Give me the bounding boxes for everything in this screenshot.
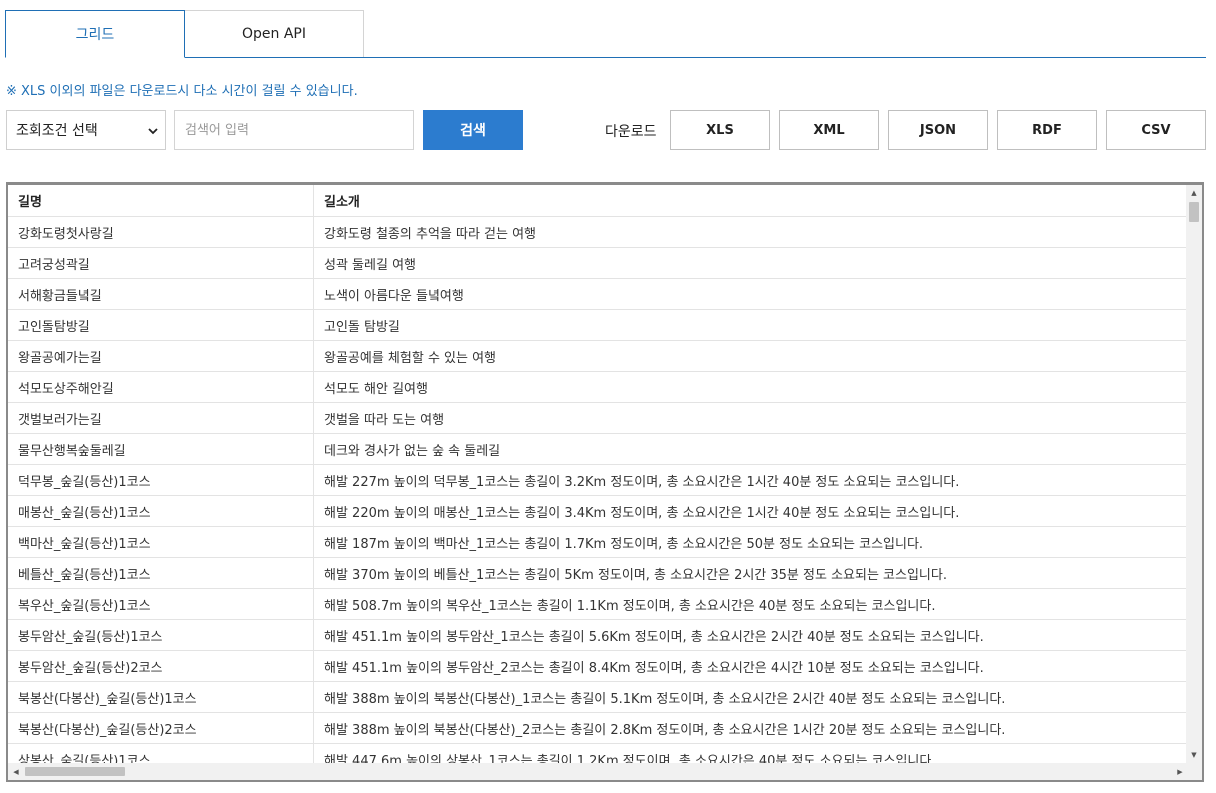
data-grid: 길명 길소개 강화도령첫사랑길 강화도령 철종의 추억을 따라 걷는 여행 고려궁성… <box>6 182 1204 782</box>
scroll-down-arrow-icon[interactable]: ▼ <box>1186 747 1202 763</box>
table-row[interactable]: 봉두암산_숲길(등산)1코스 해발 451.1m 높이의 봉두암산_1코스는 총길… <box>8 619 1188 651</box>
cell-trail-name: 왕골공예가는길 <box>8 340 314 372</box>
grid-viewport: 길명 길소개 강화도령첫사랑길 강화도령 철종의 추억을 따라 걷는 여행 고려궁성… <box>8 185 1188 763</box>
cell-trail-description: 데크와 경사가 없는 숲 속 둘레길 <box>313 433 1188 465</box>
cell-trail-description: 해발 451.1m 높이의 봉두암산_1코스는 총길이 5.6Km 정도이며, … <box>313 619 1188 651</box>
horizontal-scrollbar[interactable]: ◀ ▶ <box>8 763 1188 780</box>
column-header-description[interactable]: 길소개 <box>313 185 1188 217</box>
table-row[interactable]: 북봉산(다봉산)_숲길(등산)2코스 해발 388m 높이의 북봉산(다봉산)_2… <box>8 712 1188 744</box>
table-row[interactable]: 복우산_숲길(등산)1코스 해발 508.7m 높이의 복우산_1코스는 총길이 … <box>8 588 1188 620</box>
table-row[interactable]: 상봉산_숲길(등산)1코스 해발 447.6m 높이의 상봉산_1코스는 총길이 … <box>8 743 1188 763</box>
cell-trail-name: 복우산_숲길(등산)1코스 <box>8 588 314 620</box>
cell-trail-description: 해발 220m 높이의 매봉산_1코스는 총길이 3.4Km 정도이며, 총 소… <box>313 495 1188 527</box>
table-row[interactable]: 석모도상주해안길 석모도 해안 길여행 <box>8 371 1188 403</box>
cell-trail-name: 석모도상주해안길 <box>8 371 314 403</box>
cell-trail-name: 봉두암산_숲길(등산)2코스 <box>8 650 314 682</box>
horizontal-scroll-thumb[interactable] <box>25 767 125 776</box>
table-row[interactable]: 왕골공예가는길 왕골공예를 체험할 수 있는 여행 <box>8 340 1188 372</box>
table-row[interactable]: 갯벌보러가는길 갯벌을 따라 도는 여행 <box>8 402 1188 434</box>
search-condition-value: 조회조건 선택 <box>16 123 98 139</box>
download-json-button[interactable]: JSON <box>888 110 988 150</box>
download-label: 다운로드 <box>605 124 657 140</box>
table-row[interactable]: 봉두암산_숲길(등산)2코스 해발 451.1m 높이의 봉두암산_2코스는 총길… <box>8 650 1188 682</box>
cell-trail-description: 해발 388m 높이의 북봉산(다봉산)_1코스는 총길이 5.1Km 정도이며… <box>313 681 1188 713</box>
cell-trail-name: 봉두암산_숲길(등산)1코스 <box>8 619 314 651</box>
search-toolbar: 조회조건 선택 검색 다운로드 XLS XML JSON RDF CSV <box>6 110 1206 150</box>
tab-open-api[interactable]: Open API <box>184 10 364 57</box>
cell-trail-name: 덕무봉_숲길(등산)1코스 <box>8 464 314 496</box>
cell-trail-description: 성곽 둘레길 여행 <box>313 247 1188 279</box>
cell-trail-name: 베틀산_숲길(등산)1코스 <box>8 557 314 589</box>
cell-trail-name: 북봉산(다봉산)_숲길(등산)2코스 <box>8 712 314 744</box>
cell-trail-name: 고려궁성곽길 <box>8 247 314 279</box>
cell-trail-description: 해발 447.6m 높이의 상봉산_1코스는 총길이 1.2Km 정도이며, 총… <box>313 743 1188 763</box>
table-row[interactable]: 물무산행복숲둘레길 데크와 경사가 없는 숲 속 둘레길 <box>8 433 1188 465</box>
grid-header-row: 길명 길소개 <box>8 185 1188 217</box>
cell-trail-name: 백마산_숲길(등산)1코스 <box>8 526 314 558</box>
grid-table: 길명 길소개 강화도령첫사랑길 강화도령 철종의 추억을 따라 걷는 여행 고려궁성… <box>8 185 1188 763</box>
cell-trail-description: 해발 451.1m 높이의 봉두암산_2코스는 총길이 8.4Km 정도이며, … <box>313 650 1188 682</box>
cell-trail-name: 물무산행복숲둘레길 <box>8 433 314 465</box>
table-row[interactable]: 북봉산(다봉산)_숲길(등산)1코스 해발 388m 높이의 북봉산(다봉산)_1… <box>8 681 1188 713</box>
scroll-left-arrow-icon[interactable]: ◀ <box>8 763 24 780</box>
cell-trail-name: 강화도령첫사랑길 <box>8 216 314 248</box>
cell-trail-description: 고인돌 탐방길 <box>313 309 1188 341</box>
scrollbar-corner <box>1186 763 1202 780</box>
grid-body: 강화도령첫사랑길 강화도령 철종의 추억을 따라 걷는 여행 고려궁성곽길 성곽 둘레… <box>8 216 1188 763</box>
download-csv-button[interactable]: CSV <box>1106 110 1206 150</box>
cell-trail-name: 갯벌보러가는길 <box>8 402 314 434</box>
download-xml-button[interactable]: XML <box>779 110 879 150</box>
cell-trail-description: 해발 508.7m 높이의 복우산_1코스는 총길이 1.1Km 정도이며, 총… <box>313 588 1188 620</box>
tab-bar: 그리드 Open API <box>5 10 1206 58</box>
cell-trail-name: 서해황금들녘길 <box>8 278 314 310</box>
column-header-name[interactable]: 길명 <box>8 185 314 217</box>
table-row[interactable]: 강화도령첫사랑길 강화도령 철종의 추억을 따라 걷는 여행 <box>8 216 1188 248</box>
table-row[interactable]: 고려궁성곽길 성곽 둘레길 여행 <box>8 247 1188 279</box>
vertical-scroll-thumb[interactable] <box>1189 202 1199 222</box>
search-button[interactable]: 검색 <box>423 110 523 150</box>
cell-trail-description: 석모도 해안 길여행 <box>313 371 1188 403</box>
table-row[interactable]: 매봉산_숲길(등산)1코스 해발 220m 높이의 매봉산_1코스는 총길이 3.… <box>8 495 1188 527</box>
download-rdf-button[interactable]: RDF <box>997 110 1097 150</box>
download-notice: ※ XLS 이외의 파일은 다운로드시 다소 시간이 걸릴 수 있습니다. <box>6 84 358 99</box>
cell-trail-name: 매봉산_숲길(등산)1코스 <box>8 495 314 527</box>
tab-divider <box>5 57 1206 58</box>
cell-trail-description: 강화도령 철종의 추억을 따라 걷는 여행 <box>313 216 1188 248</box>
cell-trail-description: 해발 388m 높이의 북봉산(다봉산)_2코스는 총길이 2.8Km 정도이며… <box>313 712 1188 744</box>
table-row[interactable]: 덕무봉_숲길(등산)1코스 해발 227m 높이의 덕무봉_1코스는 총길이 3.… <box>8 464 1188 496</box>
cell-trail-name: 고인돌탐방길 <box>8 309 314 341</box>
cell-trail-description: 갯벌을 따라 도는 여행 <box>313 402 1188 434</box>
tab-grid[interactable]: 그리드 <box>5 10 185 58</box>
search-condition-select[interactable]: 조회조건 선택 <box>6 110 166 150</box>
download-xls-button[interactable]: XLS <box>670 110 770 150</box>
vertical-scrollbar[interactable]: ▲ ▼ <box>1186 185 1202 763</box>
cell-trail-name: 북봉산(다봉산)_숲길(등산)1코스 <box>8 681 314 713</box>
search-input[interactable] <box>174 110 414 150</box>
cell-trail-description: 해발 187m 높이의 백마산_1코스는 총길이 1.7Km 정도이며, 총 소… <box>313 526 1188 558</box>
table-row[interactable]: 고인돌탐방길 고인돌 탐방길 <box>8 309 1188 341</box>
cell-trail-name: 상봉산_숲길(등산)1코스 <box>8 743 314 763</box>
cell-trail-description: 해발 370m 높이의 베틀산_1코스는 총길이 5Km 정도이며, 총 소요시… <box>313 557 1188 589</box>
table-row[interactable]: 서해황금들녘길 노색이 아름다운 들녘여행 <box>8 278 1188 310</box>
chevron-down-icon <box>148 128 158 135</box>
scroll-up-arrow-icon[interactable]: ▲ <box>1186 185 1202 201</box>
cell-trail-description: 노색이 아름다운 들녘여행 <box>313 278 1188 310</box>
table-row[interactable]: 백마산_숲길(등산)1코스 해발 187m 높이의 백마산_1코스는 총길이 1.… <box>8 526 1188 558</box>
table-row[interactable]: 베틀산_숲길(등산)1코스 해발 370m 높이의 베틀산_1코스는 총길이 5K… <box>8 557 1188 589</box>
cell-trail-description: 왕골공예를 체험할 수 있는 여행 <box>313 340 1188 372</box>
cell-trail-description: 해발 227m 높이의 덕무봉_1코스는 총길이 3.2Km 정도이며, 총 소… <box>313 464 1188 496</box>
